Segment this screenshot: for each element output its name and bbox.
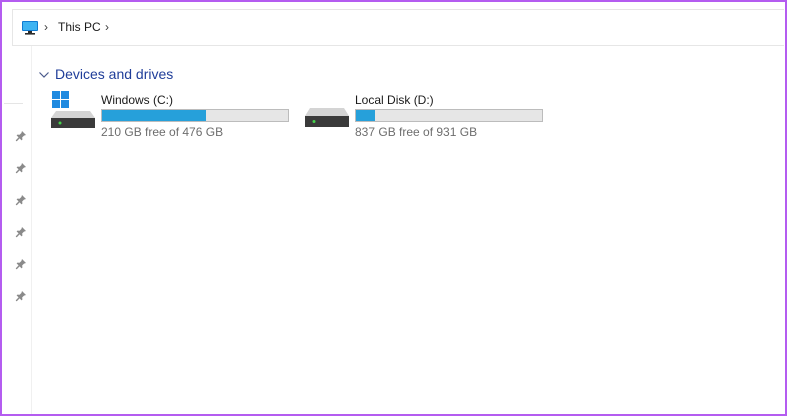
drive-usage-bar — [355, 109, 543, 122]
drive-usage-fill — [356, 110, 375, 121]
breadcrumb-chevron-icon[interactable]: › — [105, 20, 109, 34]
windows-drive-icon — [51, 91, 95, 128]
breadcrumb-this-pc[interactable]: This PC — [58, 20, 101, 34]
explorer-window: › This PC › Devices and drives Windows (… — [0, 0, 787, 416]
drive-name: Local Disk (D:) — [355, 93, 434, 107]
pin-icon[interactable] — [15, 130, 27, 142]
drive-name: Windows (C:) — [101, 93, 174, 107]
breadcrumb-chevron-icon[interactable]: › — [44, 20, 48, 34]
drive-free-space: 210 GB free of 476 GB — [101, 125, 224, 139]
pin-icon[interactable] — [15, 162, 27, 174]
drive-tile-c[interactable]: Windows (C:) 210 GB free of 476 GB — [50, 91, 300, 141]
chevron-down-icon[interactable] — [38, 70, 50, 80]
drive-tile-d[interactable]: Local Disk (D:) 837 GB free of 931 GB — [304, 91, 554, 141]
navigation-pane — [4, 46, 32, 414]
drive-free-space: 837 GB free of 931 GB — [355, 125, 478, 139]
section-title: Devices and drives — [55, 66, 174, 82]
navigation-divider — [4, 103, 23, 104]
drive-usage-fill — [102, 110, 206, 121]
pin-icon[interactable] — [15, 258, 27, 270]
drive-usage-bar — [101, 109, 289, 122]
this-pc-monitor-icon — [22, 21, 38, 35]
pin-icon[interactable] — [15, 194, 27, 206]
pin-icon[interactable] — [15, 226, 27, 238]
hard-drive-icon — [305, 108, 349, 127]
pin-icon[interactable] — [15, 290, 27, 302]
address-bar[interactable]: › This PC › — [12, 9, 784, 46]
